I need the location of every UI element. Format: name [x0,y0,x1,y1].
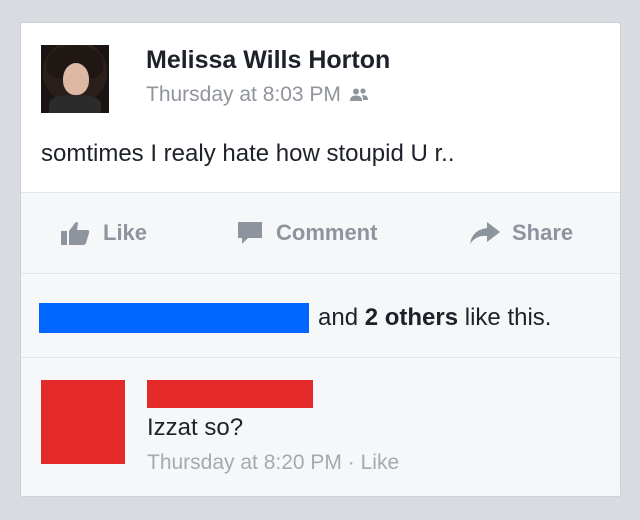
comment-timestamp[interactable]: Thursday at 8:20 PM [147,451,342,474]
avatar-shoulders [49,95,101,113]
likes-prefix: and [318,304,365,331]
share-arrow-icon [470,222,500,244]
redacted-commenter-avatar[interactable] [41,380,125,464]
likes-summary: and 2 others like this. [21,274,620,358]
avatar-face [63,63,89,95]
author-avatar[interactable] [41,45,109,113]
comment-button[interactable]: Comment [236,220,377,246]
post-timestamp-row: Thursday at 8:03 PM [146,83,369,107]
author-name[interactable]: Melissa Wills Horton [146,46,390,75]
comment-meta-separator: · [341,451,361,474]
post-header: Melissa Wills Horton Thursday at 8:03 PM [41,45,581,115]
post-text: somtimes I realy hate how stoupid U r.. [41,140,455,167]
comment-like-link[interactable]: Like [361,451,400,474]
post-timestamp[interactable]: Thursday at 8:03 PM [146,83,341,107]
like-button[interactable]: Like [61,220,147,246]
thumbs-up-icon [61,222,90,245]
redacted-commenter-name[interactable] [147,380,313,408]
comment-label: Comment [276,220,378,245]
comment-meta: Thursday at 8:20 PM · Like [147,451,399,475]
redacted-liker-names [39,303,309,333]
comment-icon [238,222,262,244]
share-label: Share [512,220,574,245]
action-bar: Like Comment Share [21,193,620,273]
likes-suffix: like this. [458,304,552,331]
comment-item: Izzat so? Thursday at 8:20 PM · Like [21,358,620,496]
post-card: Melissa Wills Horton Thursday at 8:03 PM… [20,22,621,497]
likes-text: and 2 others like this. [318,304,551,332]
like-label: Like [103,220,148,245]
likes-others-link[interactable]: 2 others [365,304,458,331]
comment-text: Izzat so? [147,414,244,441]
friends-icon [349,88,368,101]
share-button[interactable]: Share [470,220,573,246]
